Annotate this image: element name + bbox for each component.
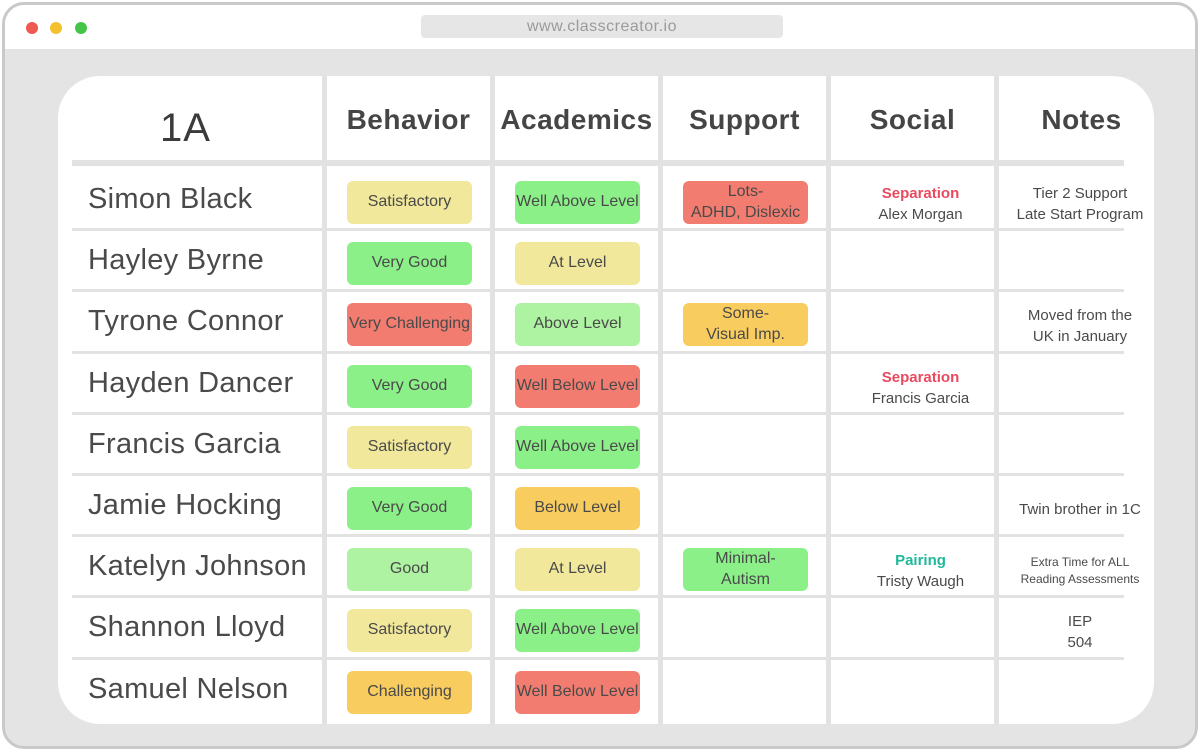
academics-badge[interactable]: At Level (515, 548, 640, 592)
column-header-social: Social (869, 104, 956, 135)
behavior-badge[interactable]: Good (347, 548, 472, 592)
table-row: Jamie Hocking Very Good Below Level Twin br… (58, 475, 1154, 536)
note-line: UK in January (1032, 328, 1128, 346)
behavior-badge[interactable]: Satisfactory (347, 425, 472, 469)
behavior-badge[interactable]: Very Good (347, 364, 472, 408)
behavior-badge[interactable]: Very Good (347, 487, 472, 530)
support-badge[interactable]: Some- Visual Imp. (683, 303, 808, 347)
social-note[interactable]: Separation Alex Morgan (833, 183, 1008, 225)
social-person: Francis Garcia (871, 389, 970, 407)
support-detail: Visual Imp. (706, 325, 785, 343)
column-header-notes: Notes (1041, 104, 1122, 135)
browser-toolbar: www.classcreator.io (5, 5, 1195, 49)
student-name[interactable]: Katelyn Johnson (88, 550, 307, 583)
support-level: Minimal- (715, 549, 776, 567)
maximize-window-dot-icon[interactable] (75, 22, 87, 34)
student-name[interactable]: Hayley Byrne (88, 244, 264, 277)
table-row: Katelyn Johnson Good At Level Minimal- Autis… (58, 536, 1154, 597)
support-detail: Autism (721, 570, 770, 588)
behavior-badge[interactable]: Very Good (347, 242, 472, 286)
note-line: Twin brother in 1C (1019, 501, 1141, 518)
student-name[interactable]: Simon Black (88, 183, 252, 216)
academics-badge[interactable]: Well Below Level (515, 364, 640, 408)
student-name[interactable]: Shannon Lloyd (88, 611, 285, 644)
student-name[interactable]: Tyrone Connor (88, 305, 284, 338)
class-table: 1A Behavior Academics Support Social Not… (58, 76, 1154, 724)
student-notes[interactable]: IEP 504 (1001, 611, 1154, 653)
academics-badge[interactable]: At Level (515, 242, 640, 286)
academics-badge[interactable]: Below Level (515, 487, 640, 530)
academics-badge[interactable]: Well Above Level (515, 609, 640, 653)
note-line: IEP (1067, 613, 1093, 631)
student-notes[interactable]: Extra Time for ALL Reading Assessments (1001, 554, 1154, 588)
column-header-behavior: Behavior (346, 104, 471, 135)
note-line: Extra Time for ALL (1030, 555, 1130, 570)
student-notes[interactable]: Moved from the UK in January (1001, 305, 1154, 347)
student-notes[interactable]: Tier 2 Support Late Start Program (1001, 183, 1154, 225)
social-tag: Pairing (895, 552, 946, 570)
note-line: 504 (1067, 634, 1093, 652)
close-window-dot-icon[interactable] (26, 22, 38, 34)
support-level: Some- (721, 305, 770, 323)
student-name[interactable]: Francis Garcia (88, 428, 281, 461)
social-person: Tristy Waugh (876, 573, 965, 591)
note-line: Moved from the (1027, 307, 1133, 325)
student-name[interactable]: Jamie Hocking (88, 489, 282, 522)
address-bar[interactable]: www.classcreator.io (421, 15, 783, 38)
support-detail: ADHD, Dislexic (690, 203, 801, 221)
table-row: Tyrone Connor Very Challenging Above Level… (58, 291, 1154, 352)
social-note[interactable]: Separation Francis Garcia (833, 367, 1008, 409)
class-title: 1A (160, 106, 211, 150)
header-divider (72, 160, 1124, 166)
social-person: Alex Morgan (878, 206, 963, 223)
note-line: Late Start Program (1016, 206, 1144, 223)
table-row: Hayley Byrne Very Good At Level (58, 230, 1154, 291)
table-row: Francis Garcia Satisfactory Well Above Lev… (58, 414, 1154, 475)
minimize-window-dot-icon[interactable] (50, 22, 62, 34)
student-name[interactable]: Hayden Dancer (88, 367, 293, 400)
support-badge[interactable]: Minimal- Autism (683, 548, 808, 592)
table-row: Simon Black Satisfactory Well Above Level L… (58, 169, 1154, 230)
table-row: Hayden Dancer Very Good Well Below Level Se… (58, 353, 1154, 414)
social-tag: Separation (881, 185, 960, 202)
behavior-badge[interactable]: Satisfactory (347, 181, 472, 224)
note-line: Reading Assessments (1020, 572, 1140, 587)
table-row: Samuel Nelson Challenging Well Below Level (58, 659, 1154, 720)
support-badge[interactable]: Lots- ADHD, Dislexic (683, 181, 808, 224)
browser-window: www.classcreator.io 1A Behavior Academic… (2, 2, 1198, 749)
note-line: Tier 2 Support (1032, 185, 1128, 202)
social-note[interactable]: Pairing Tristy Waugh (833, 550, 1008, 592)
student-name[interactable]: Samuel Nelson (88, 673, 289, 706)
table-row: Shannon Lloyd Satisfactory Well Above Leve… (58, 597, 1154, 658)
column-header-support: Support (689, 104, 800, 135)
social-tag: Separation (881, 368, 960, 386)
academics-badge[interactable]: Well Above Level (515, 425, 640, 469)
academics-badge[interactable]: Well Above Level (515, 181, 640, 224)
academics-badge[interactable]: Well Below Level (515, 670, 640, 714)
academics-badge[interactable]: Above Level (515, 303, 640, 347)
behavior-badge[interactable]: Very Challenging (347, 303, 472, 347)
student-notes[interactable]: Twin brother in 1C (1001, 499, 1154, 520)
support-level: Lots- (727, 182, 764, 200)
column-header-academics: Academics (500, 104, 653, 135)
behavior-badge[interactable]: Challenging (347, 670, 472, 714)
behavior-badge[interactable]: Satisfactory (347, 609, 472, 653)
